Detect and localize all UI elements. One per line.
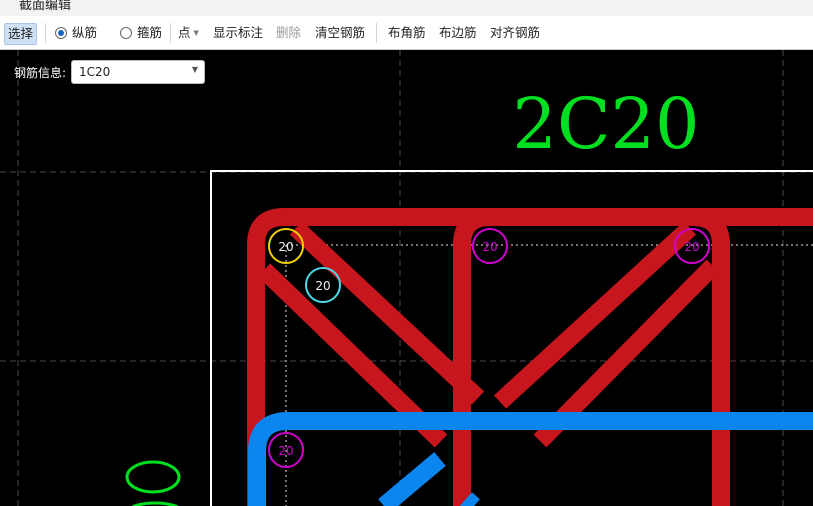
toolbar-separator — [170, 23, 171, 43]
stirrup-label: 箍筋 — [137, 25, 163, 40]
rebar-info-value: 1C20 — [79, 65, 111, 79]
red-stirrups — [247, 208, 813, 506]
longitudinal-rebar-radio[interactable]: 纵筋 — [55, 16, 97, 49]
point-dropdown-label: 点 — [178, 25, 191, 40]
selected-rebar[interactable]: 20 — [305, 267, 341, 303]
rebar-label: 20 — [315, 279, 330, 293]
blue-diagonal-tie — [378, 452, 446, 506]
window-title: 截面编辑 — [19, 0, 72, 13]
radio-checked-icon — [55, 27, 67, 39]
toolbar: 选择 纵筋 箍筋 点 ▼ 显示标注 删除 清空钢筋 布角筋 布边筋 对齐钢筋 — [0, 16, 813, 50]
radio-unchecked-icon — [120, 27, 132, 39]
blue-diagonal-tie — [460, 492, 480, 506]
rebar-label: 20 — [482, 240, 497, 254]
place-corner-rebar-button[interactable]: 布角筋 — [388, 16, 426, 49]
align-rebar-button[interactable]: 对齐钢筋 — [490, 16, 540, 49]
rebar-label: 20 — [684, 240, 699, 254]
rebar-label: 20 — [278, 240, 293, 254]
point-dropdown[interactable]: 点 ▼ — [178, 16, 199, 49]
dropdown-arrow-icon: ▼ — [193, 29, 199, 37]
stirrup-radio[interactable]: 箍筋 — [120, 16, 162, 49]
longitudinal-rebar-label: 纵筋 — [72, 25, 98, 40]
red-diagonal-tie — [289, 221, 485, 405]
corner-rebar[interactable]: 20 — [268, 228, 304, 264]
rebar-label: 20 — [278, 444, 293, 458]
rebar-info-label: 钢筋信息: — [14, 66, 67, 80]
edge-rebar[interactable]: 20 — [472, 228, 508, 264]
title-bar: 截面编辑 — [0, 0, 813, 17]
show-annotation-button[interactable]: 显示标注 — [213, 16, 263, 49]
clear-rebar-button[interactable]: 清空钢筋 — [315, 16, 365, 49]
place-edge-rebar-button[interactable]: 布边筋 — [439, 16, 477, 49]
rebar-annotation-text: 2C20 — [512, 83, 699, 165]
annotation-ellipse — [125, 460, 181, 494]
drawing-canvas[interactable]: 2C20 20 20 20 20 20 — [0, 50, 813, 506]
green-annotation-marks — [125, 460, 181, 506]
chevron-down-icon: ▼ — [191, 65, 198, 74]
toolbar-separator — [376, 23, 377, 43]
delete-button[interactable]: 删除 — [276, 16, 301, 49]
select-tool-button[interactable]: 选择 — [4, 23, 38, 45]
toolbar-separator — [45, 23, 46, 43]
rebar-info-select[interactable]: 1C20 ▼ — [71, 60, 205, 84]
